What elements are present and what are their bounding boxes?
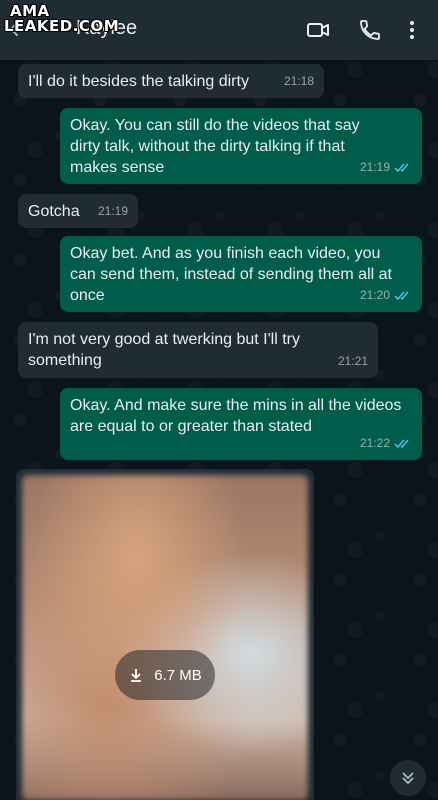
more-options-icon[interactable]	[406, 18, 430, 42]
read-receipt-icon	[394, 439, 409, 449]
download-button[interactable]: 6.7 MB	[115, 650, 215, 700]
message-time: 21:20	[360, 285, 412, 306]
voice-call-icon[interactable]	[358, 18, 382, 42]
message-text: Okay. And make sure the mins in all the …	[70, 397, 402, 435]
message-incoming[interactable]: I'm not very good at twerking but I'll t…	[18, 322, 378, 378]
message-outgoing[interactable]: Okay. And make sure the mins in all the …	[60, 388, 422, 460]
message-incoming[interactable]: I'll do it besides the talking dirty 21:…	[18, 64, 324, 98]
message-time: 21:18	[283, 74, 314, 88]
message-incoming[interactable]: Gotcha 21:19	[18, 194, 138, 228]
message-time: 21:19	[360, 157, 412, 178]
message-text: Okay. You can still do the videos that s…	[70, 117, 360, 176]
read-receipt-icon	[394, 291, 409, 301]
video-call-icon[interactable]	[306, 18, 330, 42]
message-time: 21:19	[97, 204, 128, 218]
watermark-logo: AMA LEAKED.COM	[4, 2, 120, 35]
read-receipt-icon	[394, 163, 409, 173]
message-outgoing[interactable]: Okay bet. And as you finish each video, …	[60, 236, 422, 312]
scroll-to-bottom-button[interactable]	[390, 760, 426, 796]
message-time: 21:22	[360, 433, 412, 454]
message-text: I'm not very good at twerking but I'll t…	[28, 331, 300, 369]
double-chevron-down-icon	[402, 772, 414, 785]
download-icon	[131, 669, 142, 682]
message-outgoing[interactable]: Okay. You can still do the videos that s…	[60, 108, 422, 184]
media-message-incoming[interactable]	[16, 469, 314, 800]
message-time: 21:21	[337, 354, 368, 368]
blurred-video-thumbnail[interactable]	[22, 475, 308, 800]
media-size: 6.7 MB	[154, 666, 202, 684]
message-text: I'll do it besides the talking dirty	[28, 73, 249, 90]
